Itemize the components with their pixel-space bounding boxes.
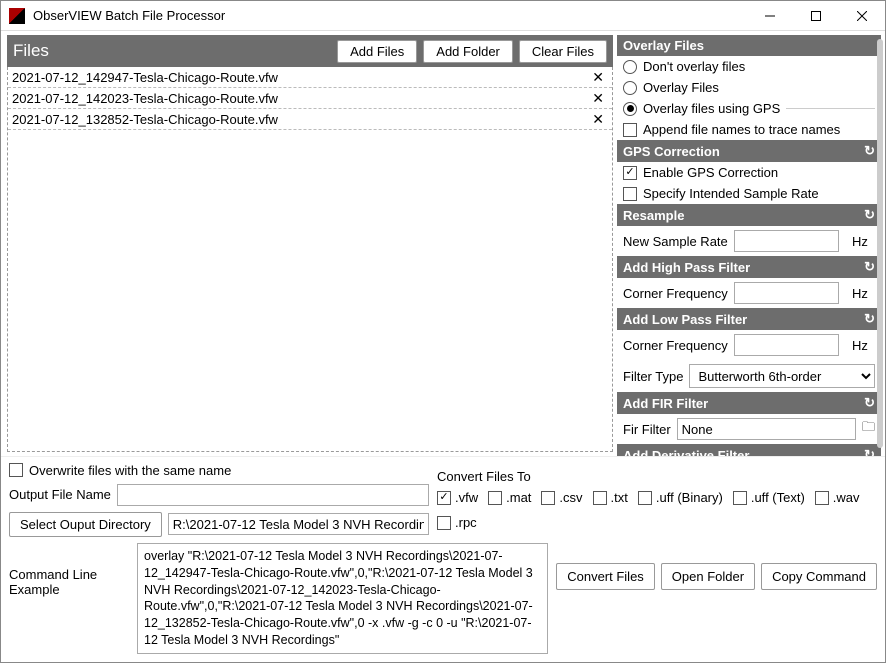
reset-icon[interactable]: ↻ xyxy=(864,207,875,223)
fir-header: Add FIR Filter↻ xyxy=(617,392,881,414)
remove-file-icon[interactable]: ✕ xyxy=(588,69,608,86)
command-line-text[interactable]: overlay "R:\2021-07-12 Tesla Model 3 NVH… xyxy=(137,543,548,654)
overlay-none-label: Don't overlay files xyxy=(643,59,745,74)
overlay-files-label: Overlay Files xyxy=(643,80,719,95)
resample-header: Resample↻ xyxy=(617,204,881,226)
file-name: 2021-07-12_132852-Tesla-Chicago-Route.vf… xyxy=(12,112,588,127)
reset-icon[interactable]: ↻ xyxy=(864,395,875,411)
maximize-button[interactable] xyxy=(793,1,839,31)
hz-unit: Hz xyxy=(845,234,875,249)
output-dir-input[interactable] xyxy=(168,513,429,535)
files-header: Files Add Files Add Folder Clear Files xyxy=(7,35,613,67)
overlay-header: Overlay Files xyxy=(617,35,881,56)
lpf-corner-label: Corner Frequency xyxy=(623,338,728,353)
format-wav-checkbox[interactable] xyxy=(815,491,829,505)
specify-rate-checkbox[interactable] xyxy=(623,187,637,201)
gps-header: GPS Correction↻ xyxy=(617,140,881,162)
file-row: 2021-07-12_142947-Tesla-Chicago-Route.vf… xyxy=(8,67,612,88)
format-txt-checkbox[interactable] xyxy=(593,491,607,505)
deriv-header: Add Derivative Filter↻ xyxy=(617,444,881,456)
reset-icon[interactable]: ↻ xyxy=(864,311,875,327)
hz-unit: Hz xyxy=(845,286,875,301)
open-file-icon[interactable]: 🗀 xyxy=(862,418,875,440)
overlay-gps-label: Overlay files using GPS xyxy=(643,101,780,116)
filter-type-label: Filter Type xyxy=(623,369,683,384)
hpf-header: Add High Pass Filter↻ xyxy=(617,256,881,278)
reset-icon[interactable]: ↻ xyxy=(864,143,875,159)
lpf-header: Add Low Pass Filter↻ xyxy=(617,308,881,330)
titlebar: ObserVIEW Batch File Processor xyxy=(1,1,885,31)
enable-gps-label: Enable GPS Correction xyxy=(643,165,778,180)
filter-type-select[interactable]: Butterworth 6th-order xyxy=(689,364,875,388)
copy-command-button[interactable]: Copy Command xyxy=(761,563,877,590)
clear-files-button[interactable]: Clear Files xyxy=(519,40,607,63)
minimize-button[interactable] xyxy=(747,1,793,31)
overlay-files-radio[interactable] xyxy=(623,81,637,95)
format-mat-checkbox[interactable] xyxy=(488,491,502,505)
append-names-checkbox[interactable] xyxy=(623,123,637,137)
overwrite-checkbox[interactable] xyxy=(9,463,23,477)
hpf-corner-label: Corner Frequency xyxy=(623,286,728,301)
reset-icon[interactable]: ↻ xyxy=(864,259,875,275)
specify-rate-label: Specify Intended Sample Rate xyxy=(643,186,819,201)
add-files-button[interactable]: Add Files xyxy=(337,40,417,63)
append-names-label: Append file names to trace names xyxy=(643,122,840,137)
convert-files-to-label: Convert Files To xyxy=(437,469,877,484)
file-row: 2021-07-12_132852-Tesla-Chicago-Route.vf… xyxy=(8,109,612,130)
files-title: Files xyxy=(13,41,331,61)
open-folder-button[interactable]: Open Folder xyxy=(661,563,755,590)
overwrite-label: Overwrite files with the same name xyxy=(29,463,231,478)
output-file-label: Output File Name xyxy=(9,487,111,502)
new-sample-rate-input[interactable] xyxy=(734,230,839,252)
reset-icon[interactable]: ↻ xyxy=(864,447,875,456)
overlay-gps-radio[interactable] xyxy=(623,102,637,116)
fir-filter-label: Fir Filter xyxy=(623,422,671,437)
add-folder-button[interactable]: Add Folder xyxy=(423,40,513,63)
file-name: 2021-07-12_142947-Tesla-Chicago-Route.vf… xyxy=(12,70,588,85)
file-list: 2021-07-12_142947-Tesla-Chicago-Route.vf… xyxy=(7,67,613,452)
select-output-dir-button[interactable]: Select Ouput Directory xyxy=(9,512,162,537)
command-line-label: Command Line Example xyxy=(9,543,129,597)
format-uff-text-checkbox[interactable] xyxy=(733,491,747,505)
format-uff-binary-checkbox[interactable] xyxy=(638,491,652,505)
output-file-input[interactable] xyxy=(117,484,429,506)
lpf-corner-input[interactable] xyxy=(734,334,839,356)
fir-filter-input[interactable] xyxy=(677,418,856,440)
remove-file-icon[interactable]: ✕ xyxy=(588,111,608,128)
window-title: ObserVIEW Batch File Processor xyxy=(33,8,747,23)
enable-gps-checkbox[interactable] xyxy=(623,166,637,180)
close-button[interactable] xyxy=(839,1,885,31)
hpf-corner-input[interactable] xyxy=(734,282,839,304)
format-rpc-checkbox[interactable] xyxy=(437,516,451,530)
new-sample-rate-label: New Sample Rate xyxy=(623,234,728,249)
formats-row: .vfw .mat .csv .txt .uff (Binary) .uff (… xyxy=(437,490,877,530)
convert-files-button[interactable]: Convert Files xyxy=(556,563,655,590)
file-row: 2021-07-12_142023-Tesla-Chicago-Route.vf… xyxy=(8,88,612,109)
scrollbar[interactable] xyxy=(877,39,883,448)
remove-file-icon[interactable]: ✕ xyxy=(588,90,608,107)
hz-unit: Hz xyxy=(845,338,875,353)
app-icon xyxy=(9,8,25,24)
format-vfw-checkbox[interactable] xyxy=(437,491,451,505)
format-csv-checkbox[interactable] xyxy=(541,491,555,505)
file-name: 2021-07-12_142023-Tesla-Chicago-Route.vf… xyxy=(12,91,588,106)
overlay-none-radio[interactable] xyxy=(623,60,637,74)
